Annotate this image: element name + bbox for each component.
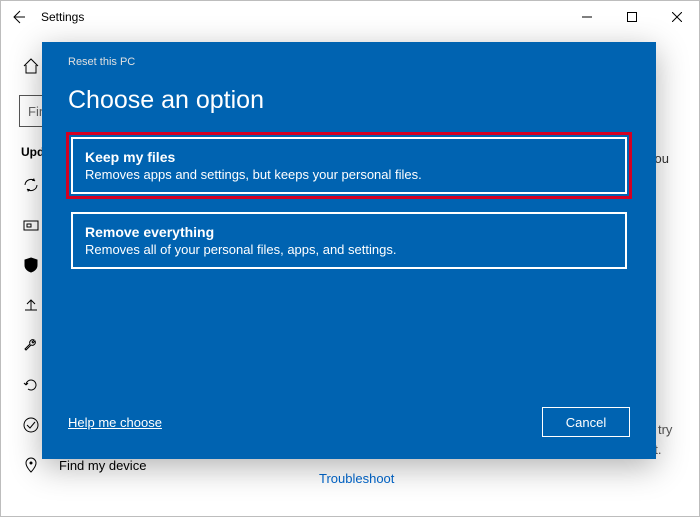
dialog-footer: Help me choose Cancel xyxy=(68,407,630,441)
option-keep-my-files[interactable]: Keep my files Removes apps and settings,… xyxy=(71,137,627,194)
titlebar-left: Settings xyxy=(9,8,84,26)
troubleshoot-link[interactable]: Troubleshoot xyxy=(319,471,394,486)
truncated-text: ou xyxy=(655,151,669,166)
maximize-button[interactable] xyxy=(609,2,654,32)
window-title: Settings xyxy=(41,10,84,24)
option-desc: Removes all of your personal files, apps… xyxy=(85,242,613,257)
wrench-icon xyxy=(21,335,41,355)
backup-icon xyxy=(21,295,41,315)
recovery-icon xyxy=(21,375,41,395)
location-icon xyxy=(21,455,41,475)
option-title: Remove everything xyxy=(85,224,613,240)
cancel-button[interactable]: Cancel xyxy=(542,407,630,437)
option-remove-everything[interactable]: Remove everything Removes all of your pe… xyxy=(71,212,627,269)
check-icon xyxy=(21,415,41,435)
titlebar: Settings xyxy=(1,1,699,33)
option-title: Keep my files xyxy=(85,149,613,165)
option-desc: Removes apps and settings, but keeps you… xyxy=(85,167,613,182)
reset-pc-dialog: Reset this PC Choose an option Keep my f… xyxy=(42,42,656,459)
dialog-title: Choose an option xyxy=(68,86,630,115)
home-icon xyxy=(21,56,41,76)
close-button[interactable] xyxy=(654,2,699,32)
help-me-choose-link[interactable]: Help me choose xyxy=(68,415,162,430)
settings-window: Settings Home Find a setting xyxy=(0,0,700,517)
minimize-button[interactable] xyxy=(564,2,609,32)
shield-icon xyxy=(21,255,41,275)
sync-icon xyxy=(21,175,41,195)
back-button[interactable] xyxy=(9,8,27,26)
window-controls xyxy=(564,2,699,32)
delivery-icon xyxy=(21,215,41,235)
cancel-button-label: Cancel xyxy=(566,415,606,430)
dialog-subtitle: Reset this PC xyxy=(68,56,630,68)
sidebar-item-label: Find my device xyxy=(59,458,146,473)
